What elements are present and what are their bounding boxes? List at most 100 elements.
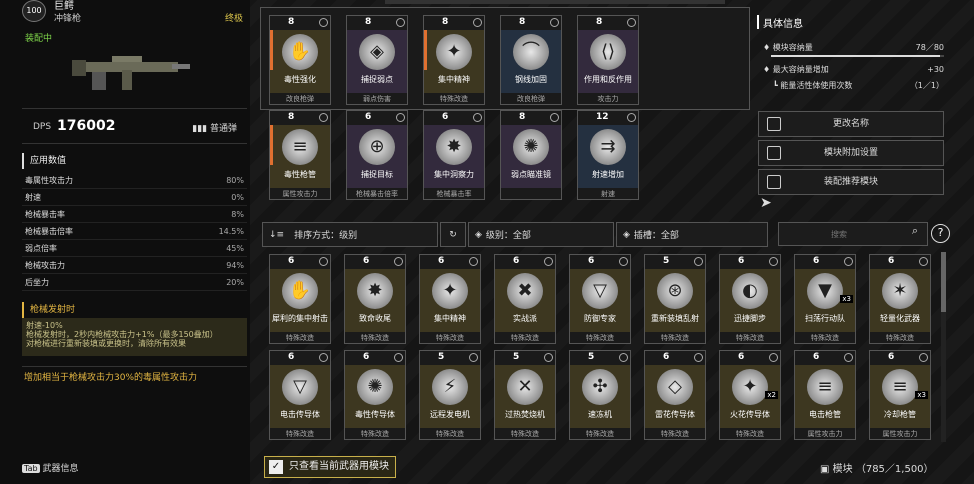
module-card[interactable]: 5 ⊛ 重新装填乱射 特殊改造: [644, 254, 706, 344]
module-card[interactable]: 8 ⟨⟩ 作用和反作用 攻击力: [577, 15, 639, 105]
stat-label: 枪械暴击率: [25, 209, 65, 219]
lock-icon[interactable]: [694, 353, 703, 362]
socket-bar: [270, 30, 273, 70]
module-card[interactable]: 6 ≡ 冷却枪管 属性攻击力 x3: [869, 350, 931, 440]
lock-icon[interactable]: [319, 353, 328, 362]
lock-icon[interactable]: [844, 353, 853, 362]
weapon-rank: 终极: [224, 14, 243, 24]
lock-icon[interactable]: [396, 18, 405, 27]
lock-icon[interactable]: [844, 257, 853, 266]
search-input[interactable]: [779, 223, 899, 245]
module-category: 特殊改造: [570, 332, 630, 343]
stat-value: 8%: [231, 209, 244, 219]
module-card[interactable]: 6 ✸ 集中洞察力 枪械暴击率: [423, 110, 485, 200]
lock-icon[interactable]: [619, 353, 628, 362]
module-cost: 6: [363, 352, 370, 362]
lock-icon[interactable]: [619, 257, 628, 266]
module-category: 属性攻击力: [270, 188, 330, 199]
lock-icon[interactable]: [627, 113, 636, 122]
slot-settings-button[interactable]: 模块附加设置: [758, 140, 944, 166]
module-cost: 5: [438, 352, 445, 362]
lock-icon[interactable]: [469, 257, 478, 266]
module-card[interactable]: 6 ✋ 犀利的集中射击 特殊改造: [269, 254, 331, 344]
lock-icon[interactable]: [919, 257, 928, 266]
module-card[interactable]: 6 ▼ 扫荡行动队 特殊改造 x3: [794, 254, 856, 344]
lock-icon[interactable]: [544, 257, 553, 266]
lock-icon[interactable]: [469, 353, 478, 362]
module-card[interactable]: 5 ✣ 速冻机 特殊改造: [569, 350, 631, 440]
module-card[interactable]: 6 ✦ 集中精神 特殊改造: [419, 254, 481, 344]
module-card[interactable]: 6 ✺ 毒性传导体 特殊改造: [344, 350, 406, 440]
weapon-info-tab[interactable]: Tab 武器信息: [22, 461, 79, 474]
module-card[interactable]: 8 ≡ 毒性枪管 属性攻击力: [269, 110, 331, 200]
module-scrollbar[interactable]: [941, 252, 946, 442]
module-card[interactable]: 5 ✕ 过热焚烧机 特殊改造: [494, 350, 556, 440]
module-card[interactable]: 6 ✦ 火花传导体 特殊改造 x2: [719, 350, 781, 440]
module-card[interactable]: 6 ✸ 致命收尾 特殊改造: [344, 254, 406, 344]
module-card[interactable]: 6 ◇ 雷花传导体 特殊改造: [644, 350, 706, 440]
sort-dropdown[interactable]: ↓≡ 排序方式：级别: [262, 222, 438, 247]
dps-value: 176002: [57, 118, 116, 134]
module-icon: ✦: [432, 273, 468, 309]
module-card[interactable]: 5 ⚡ 远程发电机 特殊改造: [419, 350, 481, 440]
module-name: 过热焚烧机: [505, 410, 545, 419]
module-card[interactable]: 6 ▽ 防御专家 特殊改造: [569, 254, 631, 344]
module-card[interactable]: 6 ◐ 迅捷脚步 特殊改造: [719, 254, 781, 344]
module-card[interactable]: 8 ✺ 弱点瞄准镜: [500, 110, 562, 200]
lock-icon[interactable]: [550, 18, 559, 27]
checkbox-icon[interactable]: ✓: [269, 460, 283, 474]
lock-icon[interactable]: [550, 113, 559, 122]
socket-filter[interactable]: ◈ 插槽：全部: [616, 222, 768, 247]
module-category: 特殊改造: [870, 332, 930, 343]
module-card[interactable]: 8 ✋ 毒性强化 改良枪弹: [269, 15, 331, 105]
lock-icon[interactable]: [769, 353, 778, 362]
module-icon: ▽: [282, 369, 318, 405]
module-card[interactable]: 8 ✦ 集中精神 特殊改造: [423, 15, 485, 105]
lock-icon[interactable]: [769, 257, 778, 266]
module-category: 攻击力: [578, 93, 638, 104]
module-card[interactable]: 6 ✖ 实战派 特殊改造: [494, 254, 556, 344]
stat-row: 后坐力 20%: [22, 274, 247, 291]
module-card[interactable]: 8 ◈ 捕捉弱点 弱点伤害: [346, 15, 408, 105]
lock-icon[interactable]: [544, 353, 553, 362]
module-cost: 8: [519, 17, 526, 27]
lock-icon[interactable]: [319, 257, 328, 266]
lock-icon[interactable]: [919, 353, 928, 362]
module-name: 重新装填乱射: [651, 314, 699, 323]
module-icon: ≡: [807, 369, 843, 405]
lock-icon[interactable]: [319, 113, 328, 122]
module-count: ▣ 模块 （785／1,500）: [820, 460, 934, 475]
module-card[interactable]: 6 ▽ 电击传导体 特殊改造: [269, 350, 331, 440]
help-icon[interactable]: ?: [931, 224, 950, 243]
module-category: 改良枪弹: [501, 93, 561, 104]
lock-icon[interactable]: [319, 18, 328, 27]
refresh-button[interactable]: ↻: [440, 222, 466, 247]
level-filter[interactable]: ◈ 级别：全部: [468, 222, 614, 247]
filter-current-weapon-toggle[interactable]: ✓ 只查看当前武器用模块: [264, 456, 396, 478]
module-name: 弱点瞄准镜: [511, 170, 551, 179]
module-icon: ✋: [282, 273, 318, 309]
lock-icon[interactable]: [473, 18, 482, 27]
stat-row: 弱点倍率 45%: [22, 240, 247, 257]
tab-label: 武器信息: [42, 464, 79, 474]
scroll-thumb[interactable]: [941, 252, 946, 312]
module-card[interactable]: 6 ⊕ 捕捉目标 枪械暴击倍率: [346, 110, 408, 200]
lock-icon[interactable]: [627, 18, 636, 27]
module-cost: 6: [513, 256, 520, 266]
recommend-button[interactable]: 装配推荐模块: [758, 169, 944, 195]
module-card[interactable]: 6 ≡ 电击枪管 属性攻击力: [794, 350, 856, 440]
lock-icon[interactable]: [473, 113, 482, 122]
detail-panel: 具体信息 ♦ 模块容纳量 78／80 ♦ 最大容纳量增加 +30 ┗ 能量活性体使用…: [757, 15, 950, 93]
module-name: 轻量化武器: [880, 314, 920, 323]
module-cost: 6: [888, 256, 895, 266]
module-card[interactable]: 6 ✶ 轻量化武器 特殊改造: [869, 254, 931, 344]
lock-icon[interactable]: [394, 353, 403, 362]
lock-icon[interactable]: [694, 257, 703, 266]
module-card[interactable]: 12 ⇉ 射速增加 射速: [577, 110, 639, 200]
module-icon: ✋: [282, 34, 318, 70]
module-card[interactable]: 8 ⌒ 钢线加固 改良枪弹: [500, 15, 562, 105]
rename-button[interactable]: 更改名称: [758, 111, 944, 137]
search-icon[interactable]: ⌕: [904, 224, 926, 244]
lock-icon[interactable]: [394, 257, 403, 266]
lock-icon[interactable]: [396, 113, 405, 122]
